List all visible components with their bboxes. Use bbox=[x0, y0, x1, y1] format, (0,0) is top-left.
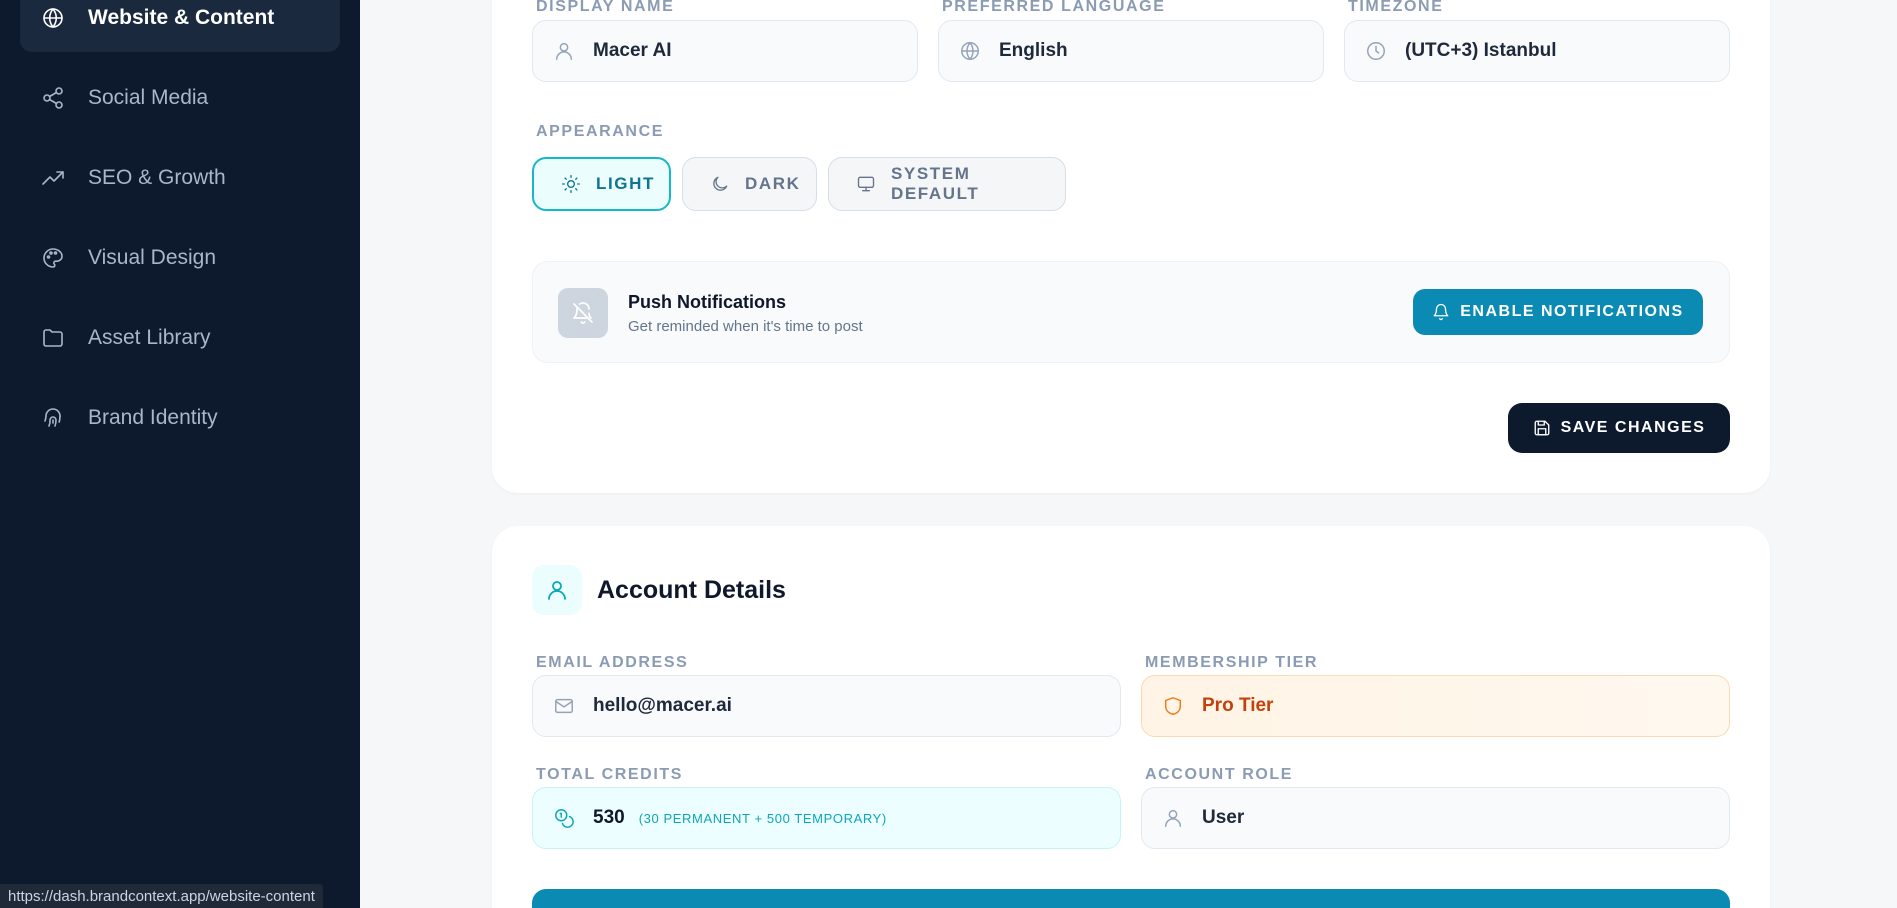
enable-notifications-label: ENABLE NOTIFICATIONS bbox=[1460, 303, 1684, 320]
total-credits-value: 530 bbox=[593, 807, 625, 828]
user-icon bbox=[1162, 807, 1184, 829]
appearance-dark-button[interactable]: DARK bbox=[682, 157, 817, 211]
sidebar-item-label: Brand Identity bbox=[88, 406, 218, 429]
display-name-value: Macer AI bbox=[593, 40, 672, 61]
appearance-light-button[interactable]: LIGHT bbox=[532, 157, 671, 211]
user-icon bbox=[553, 40, 575, 62]
folder-icon bbox=[40, 325, 66, 351]
clock-icon bbox=[1365, 40, 1387, 62]
email-address-value: hello@macer.ai bbox=[593, 695, 732, 716]
total-credits-label: TOTAL CREDITS bbox=[536, 766, 684, 783]
preferred-language-select[interactable]: English bbox=[938, 20, 1324, 82]
sun-icon bbox=[560, 173, 582, 195]
share-icon bbox=[40, 85, 66, 111]
link-status-bar: https://dash.brandcontext.app/website-co… bbox=[0, 884, 323, 908]
email-address-label: EMAIL ADDRESS bbox=[536, 654, 689, 671]
account-user-icon bbox=[532, 565, 582, 615]
account-role-label: ACCOUNT ROLE bbox=[1145, 766, 1294, 783]
sidebar-item-social-media[interactable]: Social Media bbox=[20, 64, 340, 132]
save-changes-button[interactable]: SAVE CHANGES bbox=[1508, 403, 1730, 453]
appearance-system-default-button[interactable]: SYSTEM DEFAULT bbox=[828, 157, 1066, 211]
globe-icon bbox=[40, 5, 66, 31]
sidebar-item-brand-identity[interactable]: Brand Identity bbox=[20, 384, 340, 452]
membership-tier-label: MEMBERSHIP TIER bbox=[1145, 654, 1319, 671]
moon-icon bbox=[709, 173, 731, 195]
bell-icon bbox=[1433, 303, 1449, 321]
timezone-label: TIMEZONE bbox=[1348, 0, 1444, 15]
preferred-language-label: PREFERRED LANGUAGE bbox=[942, 0, 1166, 15]
mail-icon bbox=[553, 695, 575, 717]
timezone-select[interactable]: (UTC+3) Istanbul bbox=[1344, 20, 1730, 82]
save-icon bbox=[1534, 420, 1550, 436]
membership-tier-value: Pro Tier bbox=[1202, 695, 1274, 716]
fingerprint-icon bbox=[40, 405, 66, 431]
display-name-label: DISPLAY NAME bbox=[536, 0, 675, 15]
sidebar-item-asset-library[interactable]: Asset Library bbox=[20, 304, 340, 372]
palette-icon bbox=[40, 245, 66, 271]
bottom-action-button[interactable] bbox=[532, 889, 1730, 908]
timezone-value: (UTC+3) Istanbul bbox=[1405, 40, 1557, 61]
trending-up-icon bbox=[40, 165, 66, 191]
sidebar: Website & Content Social Media SEO & Gro… bbox=[0, 0, 360, 908]
account-role-field: User bbox=[1141, 787, 1730, 849]
display-name-field[interactable]: Macer AI bbox=[532, 20, 918, 82]
monitor-icon bbox=[855, 173, 877, 195]
sidebar-item-label: Visual Design bbox=[88, 246, 217, 269]
appearance-light-label: LIGHT bbox=[596, 174, 655, 193]
save-changes-label: SAVE CHANGES bbox=[1560, 419, 1706, 436]
shield-icon bbox=[1162, 695, 1184, 717]
credits-breakdown: (30 PERMANENT + 500 TEMPORARY) bbox=[638, 810, 887, 826]
account-details-title: Account Details bbox=[597, 576, 786, 604]
account-role-value: User bbox=[1202, 807, 1245, 828]
preferred-language-value: English bbox=[999, 40, 1068, 61]
sidebar-item-label: Asset Library bbox=[88, 326, 211, 349]
sidebar-item-website-content[interactable]: Website & Content bbox=[20, 0, 340, 52]
bell-off-icon bbox=[558, 288, 608, 338]
appearance-label: APPEARANCE bbox=[536, 123, 665, 140]
appearance-system-default-label: SYSTEM DEFAULT bbox=[890, 164, 980, 203]
sidebar-item-label: Social Media bbox=[88, 86, 209, 109]
sidebar-item-label: SEO & Growth bbox=[88, 166, 226, 189]
enable-notifications-button[interactable]: ENABLE NOTIFICATIONS bbox=[1413, 289, 1703, 335]
coins-icon bbox=[553, 807, 575, 829]
sidebar-item-label: Website & Content bbox=[88, 6, 275, 29]
push-notifications-subtitle: Get reminded when it's time to post bbox=[628, 318, 863, 335]
appearance-dark-label: DARK bbox=[745, 174, 801, 193]
membership-tier-field: Pro Tier bbox=[1141, 675, 1730, 737]
push-notifications-title: Push Notifications bbox=[628, 292, 787, 312]
total-credits-field: 530 (30 PERMANENT + 500 TEMPORARY) bbox=[532, 787, 1121, 849]
email-address-field[interactable]: hello@macer.ai bbox=[532, 675, 1121, 737]
push-notifications-panel: Push Notifications Get reminded when it'… bbox=[532, 261, 1730, 363]
sidebar-item-seo-growth[interactable]: SEO & Growth bbox=[20, 144, 340, 212]
sidebar-item-visual-design[interactable]: Visual Design bbox=[20, 224, 340, 292]
globe-icon bbox=[959, 40, 981, 62]
